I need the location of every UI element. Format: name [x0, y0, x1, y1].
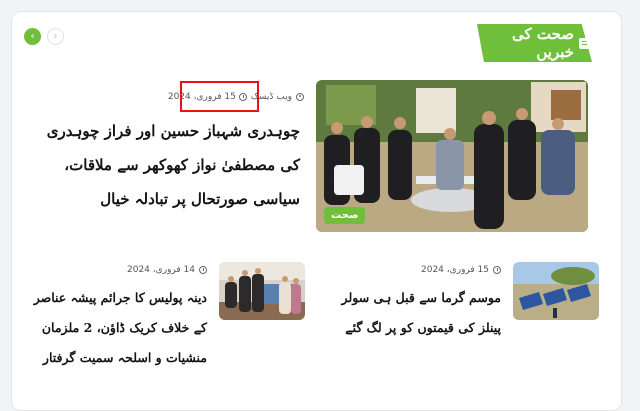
carousel-nav: ‹ › — [24, 28, 64, 45]
next-arrow-icon[interactable]: › — [47, 28, 64, 45]
item-2-date: 14 فروری، 2024 — [127, 265, 195, 275]
highlight-box — [180, 81, 259, 112]
featured-image[interactable]: صحت — [316, 80, 588, 232]
section-title-label: صحت کی خبریں — [512, 25, 575, 61]
item-1-title[interactable]: موسم گرما سے قبل ہی سولر پینلز کی قیمتوں… — [321, 283, 501, 343]
section-title[interactable]: صحت کی خبریں — [477, 24, 592, 62]
solar-panels-photo — [513, 262, 599, 320]
featured-title[interactable]: چوہدری شہباز حسین اور فراز چوہدری کی مصط… — [30, 114, 300, 216]
clock-icon — [199, 266, 207, 274]
police-group-photo — [219, 262, 305, 320]
item-2-meta: 14 فروری، 2024 — [127, 265, 207, 275]
clock-icon — [493, 266, 501, 274]
item-2-thumbnail[interactable] — [219, 262, 305, 320]
prev-arrow-icon[interactable]: ‹ — [24, 28, 41, 45]
item-1-meta: 15 فروری، 2024 — [421, 265, 501, 275]
item-1-thumbnail[interactable] — [513, 262, 599, 320]
item-1-date: 15 فروری، 2024 — [421, 265, 489, 275]
user-icon — [296, 93, 304, 101]
category-badge[interactable]: صحت — [324, 207, 366, 224]
item-2-title[interactable]: دینہ پولیس کا جرائم پیشہ عناصر کے خلاف ک… — [27, 283, 207, 373]
